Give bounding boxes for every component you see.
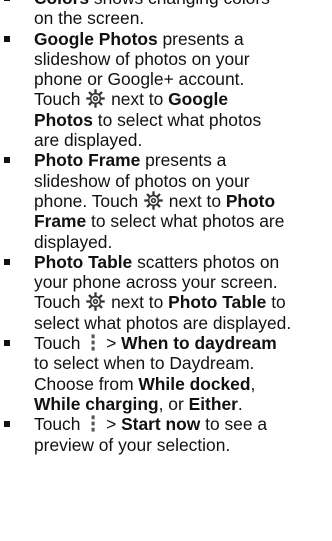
text-line: displayed. — [34, 231, 113, 252]
document-page: Colors shows changing colors on the scre… — [0, 0, 332, 455]
text-line: Touch > Start now to see a — [34, 414, 268, 435]
term-photo-frame: Photo Frame — [34, 150, 141, 171]
text-line: your phone across your screen. — [34, 272, 278, 293]
text-line: Google Photos presents a — [34, 28, 244, 49]
bullet-icon — [4, 258, 10, 265]
text-line: Touch > When to daydream — [34, 333, 277, 354]
text-line: Touch next to Photo Table to — [34, 292, 286, 313]
menu-icon — [91, 415, 95, 432]
list-item-start-now: Touch > Start now to see a preview of yo… — [0, 414, 332, 455]
list-item-when-to-daydream: Touch > When to daydream to select when … — [0, 333, 332, 414]
text-line: Photo Table scatters photos on — [34, 251, 280, 272]
list-item-photo-table: Photo Table scatters photos on your phon… — [0, 252, 332, 333]
text-line: Choose from While docked, — [34, 373, 256, 394]
text-line: Photo Frame presents a — [34, 150, 227, 171]
text-line: select what photos are displayed. — [34, 312, 292, 333]
text-line: phone. Touch next to Photo — [34, 190, 276, 211]
list-item-google-photos: Google Photos presents a slideshow of ph… — [0, 29, 332, 151]
text-line: While charging, or Either. — [34, 393, 243, 414]
text-line: Frame to select what photos are — [34, 211, 285, 232]
daydream-options-list: Colors shows changing colors on the scre… — [0, 0, 332, 455]
text-line: phone or Google+ account. — [34, 69, 245, 90]
gear-icon — [86, 292, 105, 312]
text-line: Photos to select what photos — [34, 109, 262, 130]
term-colors: Colors — [34, 0, 89, 8]
bullet-icon — [4, 421, 10, 428]
list-item-colors: Colors shows changing colors on the scre… — [0, 0, 332, 29]
text-line: on the screen. — [34, 8, 145, 29]
bullet-icon — [4, 340, 10, 347]
bullet-icon — [4, 0, 10, 1]
text-line: Colors shows changing colors — [34, 0, 328, 8]
menu-icon — [91, 334, 95, 351]
bullet-icon — [4, 157, 10, 164]
text-line: are displayed. — [34, 130, 143, 151]
text-line: Touch next to Google — [34, 89, 229, 110]
term-photo-table: Photo Table — [34, 251, 133, 272]
text-line: preview of your selection. — [34, 434, 231, 455]
term-google-photos: Google Photos — [34, 28, 158, 49]
bullet-icon — [4, 35, 10, 42]
gear-icon — [144, 191, 163, 210]
text-line: slideshow of photos on your — [34, 170, 250, 191]
text-line: slideshow of photos on your — [34, 48, 250, 69]
text-line: to select when to Daydream. — [34, 353, 255, 374]
list-item-photo-frame: Photo Frame presents a slideshow of phot… — [0, 150, 332, 252]
gear-icon — [86, 89, 105, 109]
